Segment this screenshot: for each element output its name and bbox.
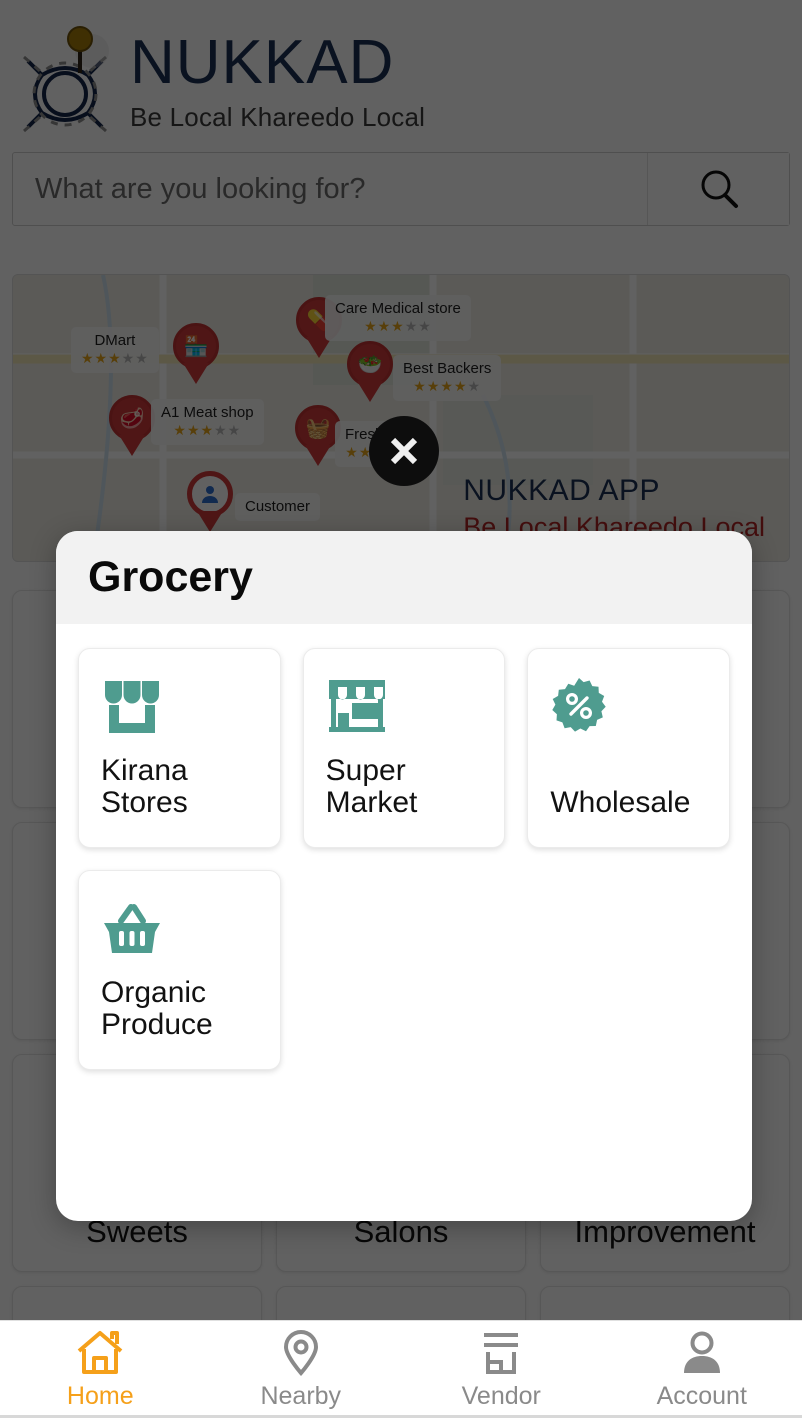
subcategory-kirana-stores[interactable]: Kirana Stores (78, 648, 281, 848)
subcategory-organic-produce[interactable]: Organic Produce (78, 870, 281, 1070)
subcategory-label: Kirana Stores (101, 754, 188, 820)
subcategory-wholesale[interactable]: Wholesale (527, 648, 730, 848)
subcategory-label: Wholesale (550, 786, 691, 820)
home-icon (77, 1331, 123, 1374)
shopping-basket-icon (101, 897, 258, 959)
grocery-modal: Grocery Kirana Stores Super Market Whole… (56, 531, 752, 1221)
storefront-icon (484, 1333, 519, 1374)
nav-item-home[interactable]: Home (0, 1321, 201, 1418)
close-button[interactable] (369, 416, 439, 486)
app-screen: NUKKAD Be Local Khareedo Local (0, 0, 802, 1418)
subcategory-super-market[interactable]: Super Market (302, 648, 506, 848)
modal-header: Grocery (56, 531, 752, 624)
nav-item-account[interactable]: Account (602, 1321, 802, 1418)
storefront-awning-icon (101, 675, 258, 737)
subcategory-grid: Kirana Stores Super Market Wholesale Org… (78, 648, 730, 1070)
modal-body: Kirana Stores Super Market Wholesale Org… (56, 624, 752, 1070)
person-icon (683, 1331, 720, 1373)
modal-title: Grocery (88, 553, 253, 601)
percent-badge-icon (550, 675, 707, 737)
subcategory-label: Organic Produce (101, 976, 213, 1042)
nav-item-vendor[interactable]: Vendor (401, 1321, 602, 1418)
bottom-navigation: Home Nearby Vendor Account (0, 1320, 802, 1418)
nav-label: Nearby (260, 1382, 342, 1410)
location-pin-icon (283, 1330, 318, 1376)
nav-label: Home (66, 1382, 134, 1410)
nav-label: Account (656, 1382, 747, 1410)
subcategory-label: Super Market (325, 754, 418, 820)
supermarket-building-icon (326, 675, 483, 737)
nav-item-nearby[interactable]: Nearby (201, 1321, 402, 1418)
nav-label: Vendor (461, 1382, 541, 1410)
close-icon (390, 437, 418, 465)
